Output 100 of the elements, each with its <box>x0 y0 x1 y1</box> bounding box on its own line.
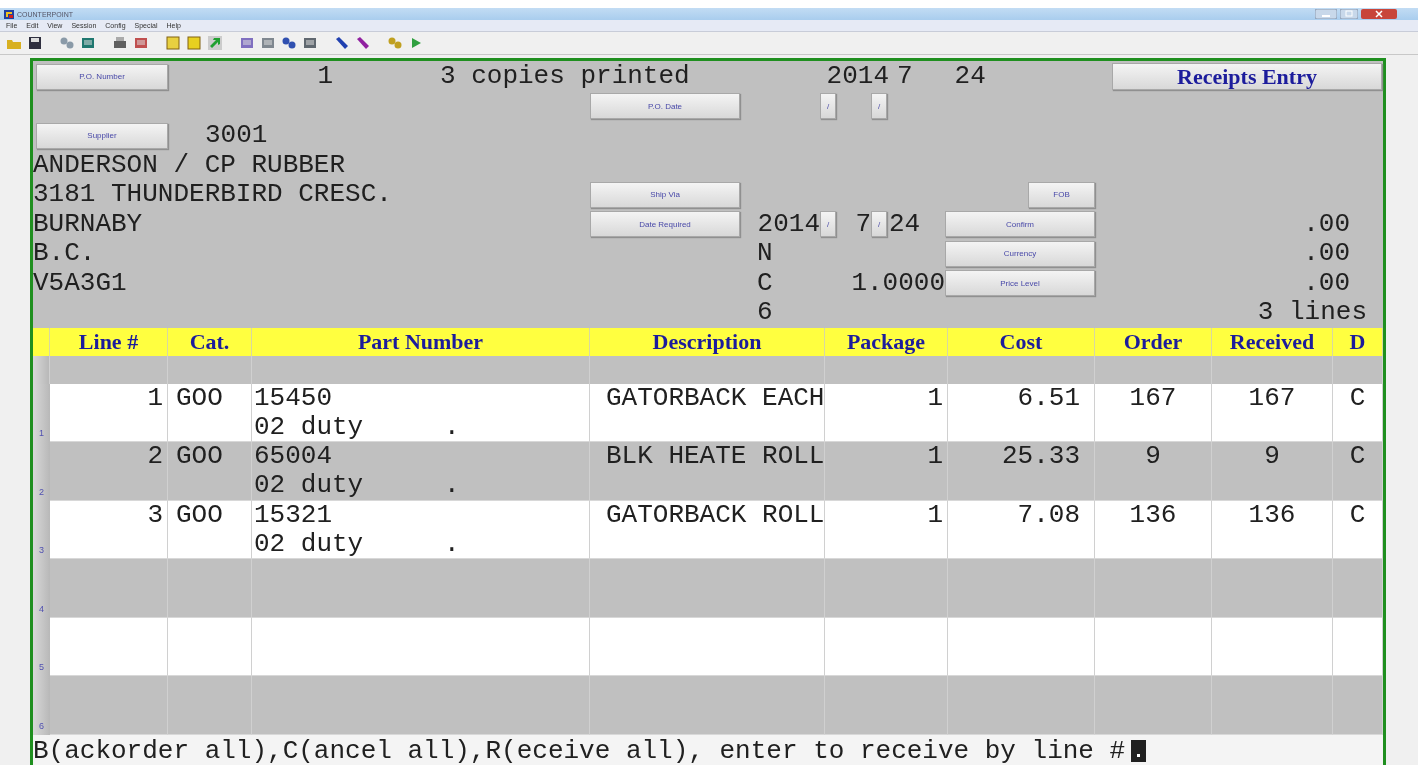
table-cell: 7.08 <box>1017 499 1080 530</box>
table-cell: 9 <box>1264 441 1280 471</box>
brush-icon[interactable] <box>355 35 371 51</box>
confirm-value: N <box>757 239 774 269</box>
table-cell: 1 <box>927 441 943 471</box>
supplier-address-line: V5A3G1 <box>33 268 128 298</box>
table-cell: GOO <box>176 441 223 471</box>
date-separator-button[interactable]: / <box>871 93 887 120</box>
table-cell-text: 65004 <box>254 442 333 471</box>
column-header: Package <box>825 327 948 356</box>
currency-button[interactable]: Currency <box>945 240 1095 267</box>
po-number-button[interactable]: P.O. Number <box>36 63 168 90</box>
table-cell-text: 02 duty <box>254 471 365 500</box>
table-row[interactable]: 3 3 GOO 15321 02 duty . GATORBACK ROLL 1 7.08 136 136 C <box>33 500 1383 559</box>
save-icon[interactable] <box>27 35 43 51</box>
table-cell-text: 15450 <box>254 383 333 413</box>
required-month: 7 <box>854 209 871 239</box>
supplier-address-line: ANDERSON / CP RUBBER <box>33 150 347 180</box>
table-cell: 3 <box>147 499 163 530</box>
table-row[interactable]: 6 <box>33 676 1383 735</box>
table-cell: . <box>444 412 460 442</box>
table-cell-text: 02 duty <box>254 529 365 559</box>
po-date-button[interactable]: P.O. Date <box>590 93 740 120</box>
required-day: 24 <box>889 209 945 239</box>
command-prompt: B(ackorder all),C(ancel all),R(eceive all), enter to receive by line # <box>33 736 1126 765</box>
date-separator-button[interactable]: / <box>820 211 836 238</box>
date-separator-button[interactable]: / <box>871 211 887 238</box>
maximize-icon[interactable] <box>1340 9 1358 19</box>
column-header: Part Number <box>252 327 590 356</box>
table-cell: 167 <box>1248 382 1296 413</box>
supplier-address-line: BURNABY <box>33 209 144 239</box>
total-amount: .00 <box>1302 239 1351 269</box>
supplier-number: 3001 <box>204 121 269 151</box>
date-month: 7 <box>897 62 913 92</box>
arrow-icon[interactable] <box>207 35 223 51</box>
screen-title[interactable]: Receipts Entry <box>1112 63 1382 91</box>
column-header: Cost <box>948 327 1095 356</box>
table-cell: 1 <box>147 382 163 413</box>
required-year: 2014 <box>756 209 820 239</box>
price-level-value: 6 <box>757 298 774 328</box>
date-day: 24 <box>954 62 986 92</box>
table-row[interactable]: 4 <box>33 559 1383 618</box>
screen-icon[interactable] <box>80 35 96 51</box>
table-cell: GOO <box>176 382 223 413</box>
table-cell: 2 <box>147 441 163 471</box>
supplier-address-line: 3181 THUNDERBIRD CRESC. <box>33 180 393 210</box>
table-cell: 1 <box>927 499 943 530</box>
minimize-icon[interactable] <box>1315 9 1337 19</box>
row-header[interactable]: 2 <box>33 442 50 501</box>
table-cell: 1 <box>927 382 943 413</box>
table-cell: 6.51 <box>1017 382 1080 413</box>
print-icon[interactable] <box>112 35 128 51</box>
row-header[interactable] <box>33 355 50 384</box>
table-cell: . <box>444 529 460 559</box>
row-header[interactable]: 4 <box>33 559 50 618</box>
table-cell: GOO <box>176 499 223 530</box>
app-logo-icon <box>4 9 14 19</box>
column-header: Cat. <box>168 327 252 356</box>
table-cell: . <box>444 471 460 500</box>
print-status: 3 copies printed <box>440 62 691 92</box>
date-required-button[interactable]: Date Required <box>590 211 740 238</box>
supplier-button[interactable]: Supplier <box>36 122 168 149</box>
row-header[interactable]: 1 <box>33 383 50 442</box>
row-header[interactable]: 3 <box>33 500 50 559</box>
line-count: 3 lines <box>1256 298 1368 328</box>
date-year: 2014 <box>825 62 889 92</box>
date-separator-button[interactable]: / <box>820 93 836 120</box>
table-cell: C <box>1349 499 1366 530</box>
total-amount: .00 <box>1302 268 1351 298</box>
table-cell: C <box>1349 382 1366 413</box>
po-number: 1 <box>316 62 333 92</box>
pencil-icon[interactable] <box>334 35 350 51</box>
table-row[interactable]: 1 1 GOO 15450 02 duty . GATORBACK EACH 1 6.51 167 167 C <box>33 383 1383 442</box>
table-cell: 167 <box>1129 382 1177 413</box>
column-header: Description <box>590 327 825 356</box>
table-cell: 136 <box>1129 499 1177 530</box>
table-cell-text: 15321 <box>254 500 333 530</box>
table-row[interactable]: 2 2 GOO 65004 02 duty . BLK HEATE ROLL 1 25.33 9 9 C <box>33 442 1383 501</box>
table-cell: C <box>1349 441 1366 471</box>
column-header: Received <box>1212 327 1333 356</box>
table-cell: GATORBACK ROLL <box>606 499 825 530</box>
currency-value: C <box>757 268 774 298</box>
table-cell-text: 02 duty <box>254 412 365 442</box>
close-icon[interactable] <box>1361 9 1397 19</box>
table-cell: 25.33 <box>1002 441 1080 471</box>
total-amount: .00 <box>1302 209 1351 239</box>
column-header: D <box>1333 327 1383 356</box>
table-row[interactable]: 5 <box>33 617 1383 676</box>
ship-via-button[interactable]: Ship Via <box>590 181 740 208</box>
row-header[interactable]: 5 <box>33 617 50 676</box>
fob-button[interactable]: FOB <box>1028 181 1095 208</box>
column-header: Line # <box>50 327 168 356</box>
exchange-rate: 1.0000 <box>850 268 945 298</box>
table-cell: 9 <box>1145 441 1161 471</box>
column-header: Order <box>1095 327 1212 356</box>
row-header[interactable]: 6 <box>33 676 50 735</box>
copy-icon[interactable] <box>59 35 75 51</box>
confirm-button[interactable]: Confirm <box>945 211 1095 238</box>
price-level-button[interactable]: Price Level <box>945 270 1095 297</box>
table-cell: 136 <box>1248 499 1296 530</box>
